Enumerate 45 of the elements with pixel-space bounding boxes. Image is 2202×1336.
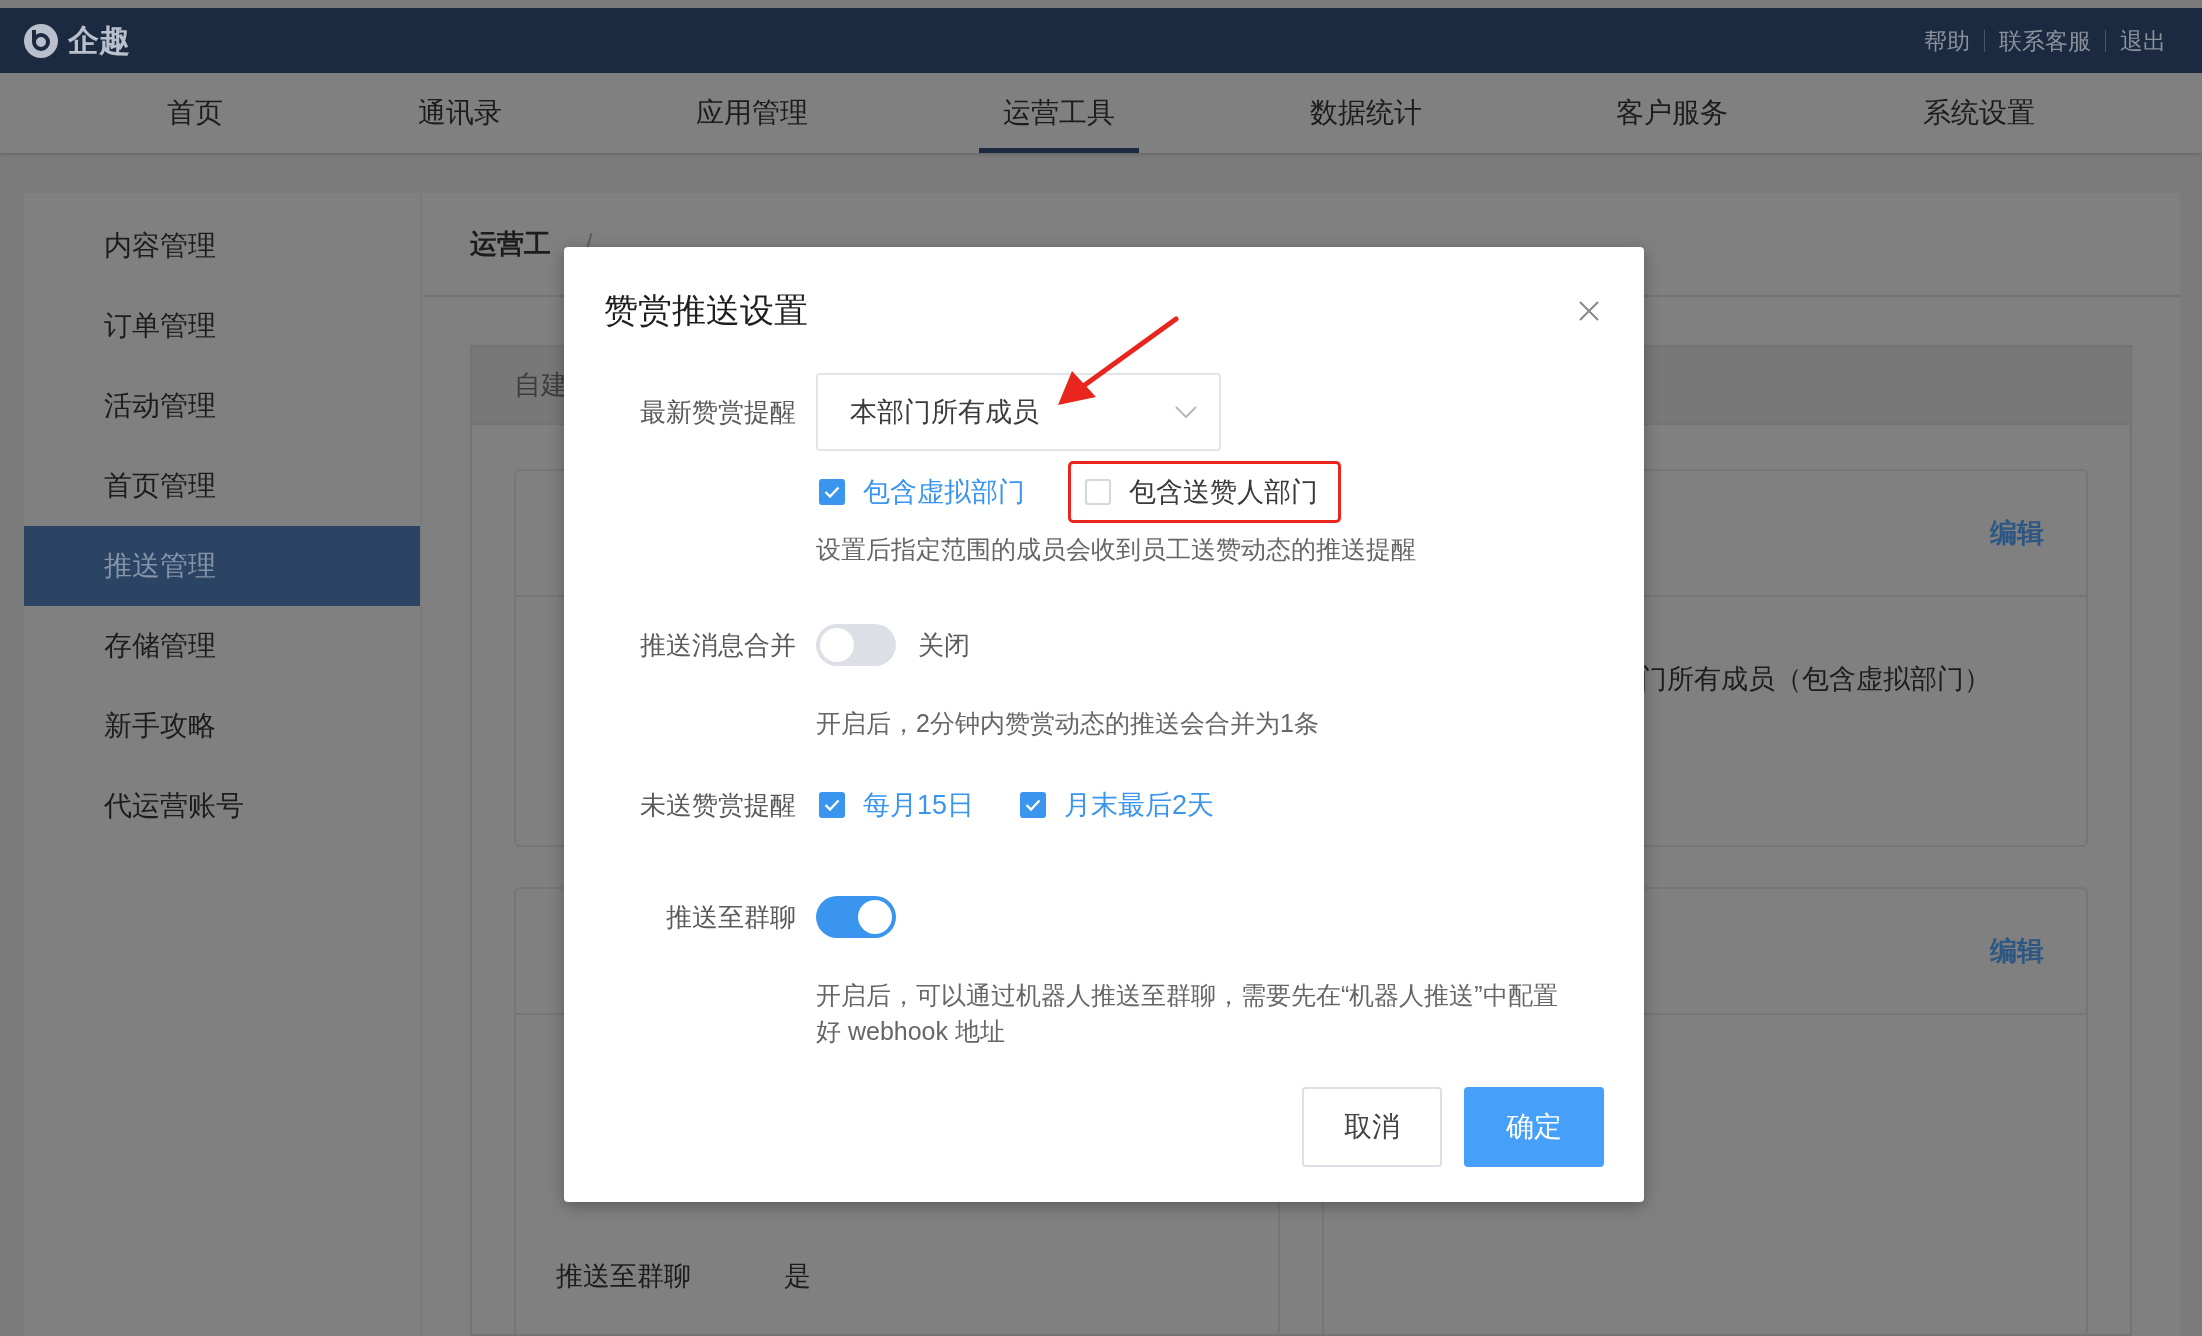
logo-icon (22, 21, 60, 60)
toggle-switch[interactable] (816, 896, 896, 938)
field-label: 未送赞赏提醒 (639, 789, 796, 822)
checkmark-icon (824, 486, 840, 498)
chevron-down-icon (1175, 406, 1197, 418)
nav-tab[interactable]: 运营工具 (978, 73, 1139, 153)
breadcrumb-link[interactable]: 运营工 (470, 226, 551, 262)
sidebar-item[interactable]: 订单管理 (24, 286, 420, 366)
nav-tab[interactable]: 首页 (143, 73, 248, 153)
card-value: 是 (784, 1260, 811, 1293)
sidebar-item[interactable]: 代运营账号 (24, 766, 420, 846)
help-text: 设置后指定范围的成员会收到员工送赞动态的推送提醒 (816, 534, 1417, 565)
field-label: 推送至群聊 (665, 901, 796, 934)
header-link[interactable]: 退出 (2105, 29, 2180, 52)
switch-state: 关闭 (918, 628, 970, 662)
member-select[interactable]: 本部门所有成员 (816, 373, 1221, 451)
cancel-button[interactable]: 取消 (1302, 1087, 1442, 1167)
sidebar-item[interactable]: 新手攻略 (24, 686, 420, 766)
checkbox-option[interactable]: 包含送赞人部门 (1068, 461, 1341, 523)
confirm-button[interactable]: 确定 (1464, 1087, 1604, 1167)
field-label: 最新赞赏提醒 (639, 396, 796, 429)
field-label: 推送消息合并 (639, 629, 796, 662)
checkbox-option[interactable]: 每月15日 (816, 774, 996, 836)
nav-tab[interactable]: 系统设置 (1898, 73, 2059, 153)
header-link[interactable]: 帮助 (1910, 29, 1984, 52)
nav-tab[interactable]: 通讯录 (393, 73, 526, 153)
logo-text: 企趣 (68, 21, 130, 60)
nav-tab[interactable]: 应用管理 (672, 73, 833, 153)
dialog-title: 赞赏推送设置 (604, 290, 808, 331)
checkmark-icon (1025, 799, 1042, 811)
sidebar-item[interactable]: 首页管理 (24, 446, 420, 526)
header-link[interactable]: 联系客服 (1984, 29, 2105, 52)
checkmark-icon (824, 799, 840, 811)
sidebar-item[interactable]: 推送管理 (24, 526, 420, 606)
checkbox-option[interactable]: 月末最后2天 (1017, 774, 1236, 836)
checkbox-option[interactable]: 包含虚拟部门 (816, 461, 1046, 523)
sidebar-item[interactable]: 内容管理 (24, 206, 420, 286)
toggle-switch[interactable] (816, 624, 896, 666)
nav-tab[interactable]: 客户服务 (1592, 73, 1753, 153)
help-text: 开启后，2分钟内赞赏动态的推送会合并为1条 (816, 708, 1320, 739)
sidebar-item[interactable]: 活动管理 (24, 366, 420, 446)
card-label: 推送至群聊 (556, 1260, 692, 1293)
help-text: 开启后，可以通过机器人推送至群聊，需要先在“机器人推送”中配置好 webhook 地址 (816, 980, 1559, 1047)
sidebar-item[interactable]: 存储管理 (24, 606, 420, 686)
nav-tab[interactable]: 数据统计 (1285, 73, 1446, 153)
